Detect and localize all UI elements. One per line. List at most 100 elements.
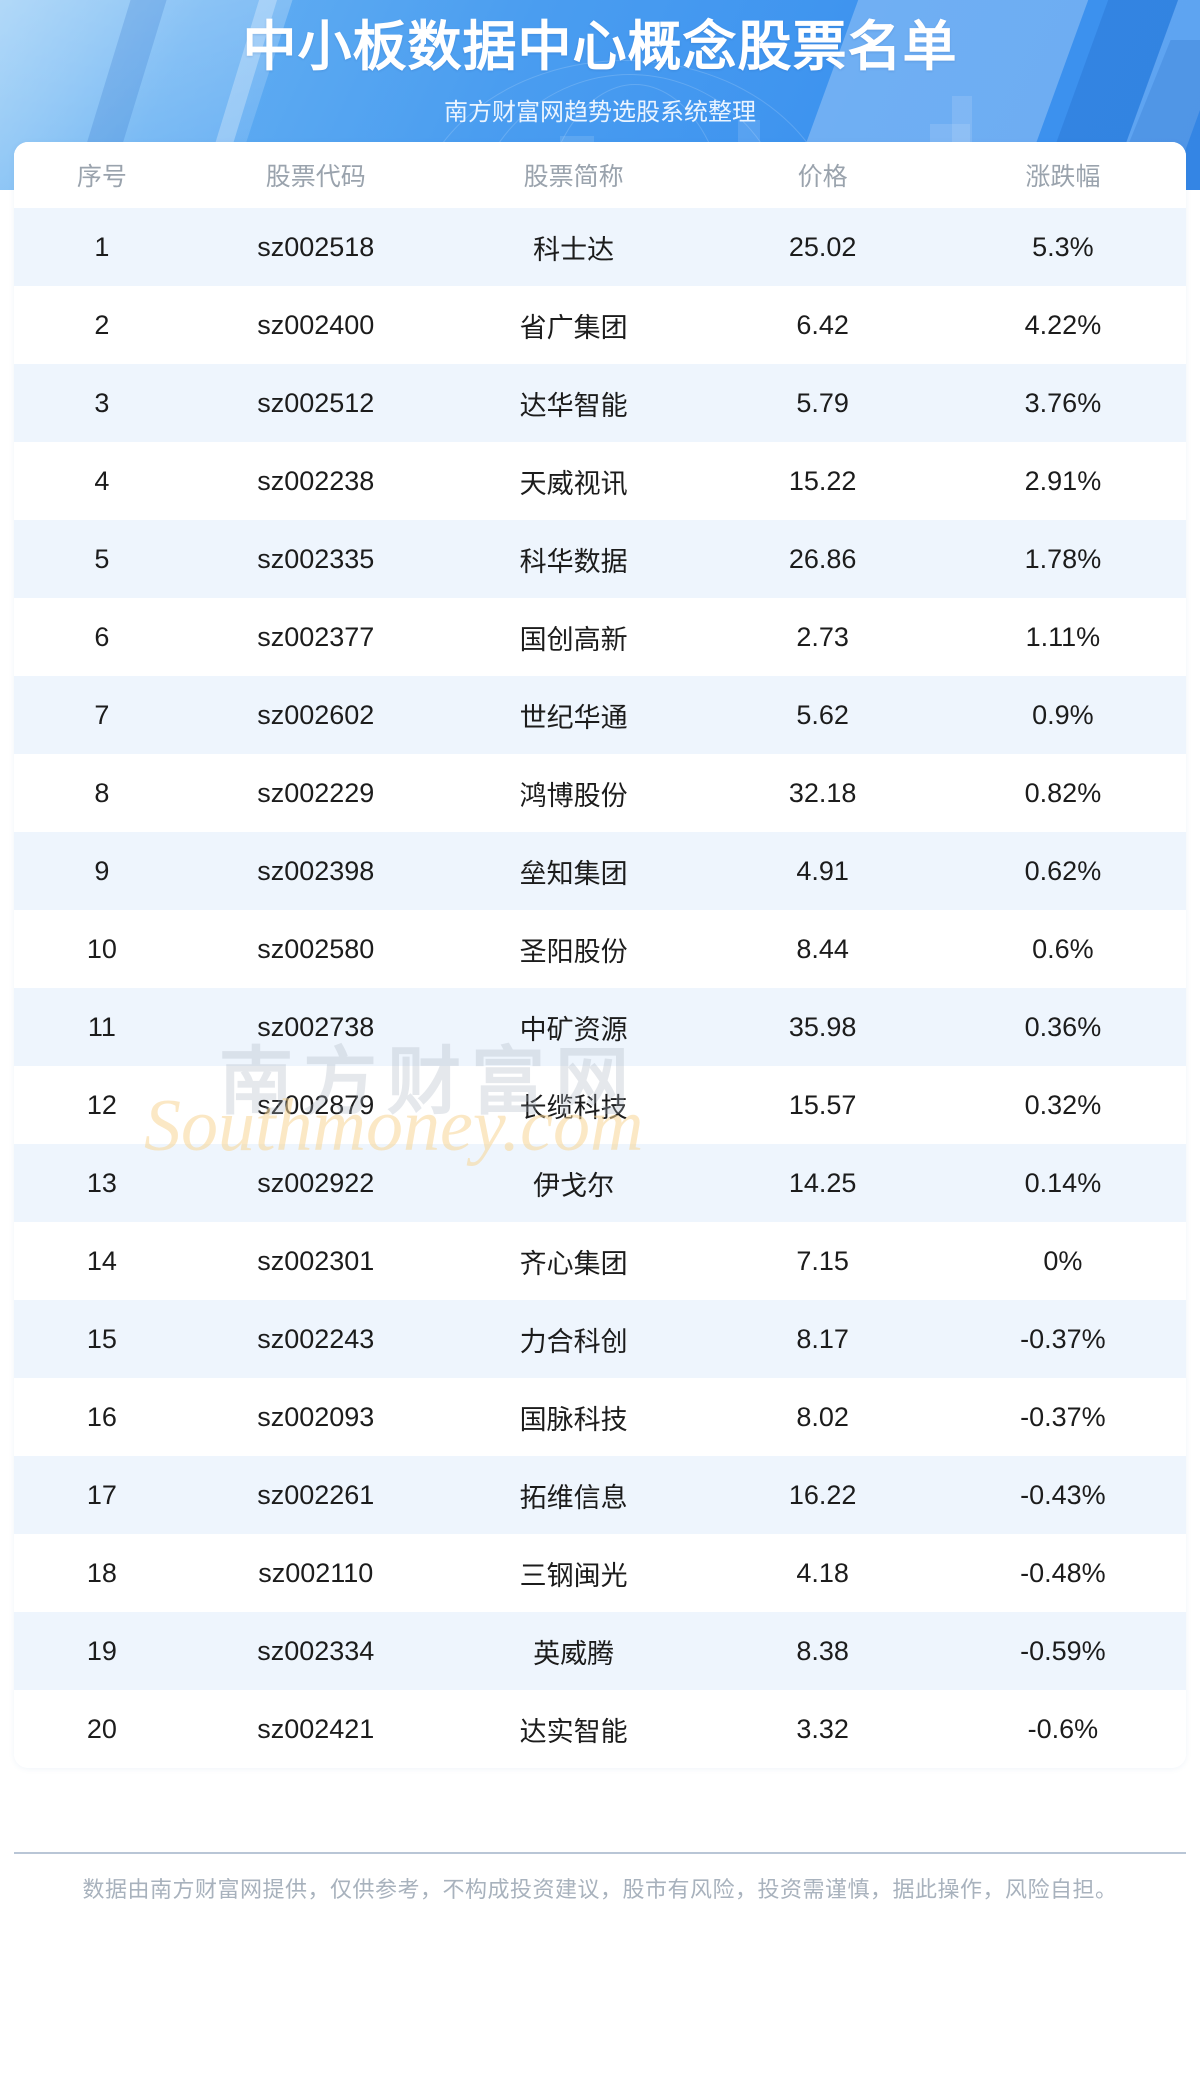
cell-name: 国脉科技 [441,1378,706,1456]
table-row[interactable]: 19 sz002334 英威腾 8.38 -0.59% [14,1612,1186,1690]
cell-name: 科华数据 [441,520,706,598]
cell-index: 11 [14,988,190,1066]
cell-change: 4.22% [939,286,1186,364]
stock-table-card: 序号 股票代码 股票简称 价格 涨跌幅 1 sz002518 科士达 25.02 5.3… [14,142,1186,1768]
table-row[interactable]: 12 sz002879 长缆科技 15.57 0.32% [14,1066,1186,1144]
cell-change: -0.6% [939,1690,1186,1768]
table-row[interactable]: 20 sz002421 达实智能 3.32 -0.6% [14,1690,1186,1768]
cell-name: 英威腾 [441,1612,706,1690]
cell-price: 26.86 [705,520,940,598]
cell-name: 达实智能 [441,1690,706,1768]
cell-change: 0.36% [939,988,1186,1066]
cell-code: sz002335 [189,520,442,598]
cell-name: 垒知集团 [441,832,706,910]
table-row[interactable]: 10 sz002580 圣阳股份 8.44 0.6% [14,910,1186,988]
cell-code: sz002110 [189,1534,442,1612]
cell-price: 3.32 [705,1690,940,1768]
cell-index: 5 [14,520,190,598]
cell-code: sz002922 [189,1144,442,1222]
cell-index: 10 [14,910,190,988]
cell-change: -0.59% [939,1612,1186,1690]
cell-change: 0.82% [939,754,1186,832]
cell-index: 16 [14,1378,190,1456]
cell-name: 世纪华通 [441,676,706,754]
cell-price: 8.02 [705,1378,940,1456]
table-row[interactable]: 2 sz002400 省广集团 6.42 4.22% [14,286,1186,364]
cell-code: sz002377 [189,598,442,676]
cell-name: 长缆科技 [441,1066,706,1144]
cell-price: 5.79 [705,364,940,442]
table-row[interactable]: 17 sz002261 拓维信息 16.22 -0.43% [14,1456,1186,1534]
cell-name: 达华智能 [441,364,706,442]
column-header-code[interactable]: 股票代码 [189,142,442,208]
table-row[interactable]: 4 sz002238 天威视讯 15.22 2.91% [14,442,1186,520]
cell-index: 9 [14,832,190,910]
table-row[interactable]: 18 sz002110 三钢闽光 4.18 -0.48% [14,1534,1186,1612]
table-row[interactable]: 5 sz002335 科华数据 26.86 1.78% [14,520,1186,598]
cell-name: 科士达 [441,208,706,286]
cell-change: -0.43% [939,1456,1186,1534]
cell-price: 25.02 [705,208,940,286]
cell-change: 1.78% [939,520,1186,598]
column-header-change[interactable]: 涨跌幅 [939,142,1186,208]
cell-index: 4 [14,442,190,520]
table-row[interactable]: 8 sz002229 鸿博股份 32.18 0.82% [14,754,1186,832]
table-row[interactable]: 7 sz002602 世纪华通 5.62 0.9% [14,676,1186,754]
cell-price: 32.18 [705,754,940,832]
cell-name: 中矿资源 [441,988,706,1066]
cell-index: 18 [14,1534,190,1612]
column-header-name[interactable]: 股票简称 [441,142,706,208]
cell-change: 5.3% [939,208,1186,286]
cell-name: 省广集团 [441,286,706,364]
footer-divider [14,1852,1186,1854]
cell-price: 5.62 [705,676,940,754]
table-row[interactable]: 1 sz002518 科士达 25.02 5.3% [14,208,1186,286]
table-row[interactable]: 15 sz002243 力合科创 8.17 -0.37% [14,1300,1186,1378]
cell-change: 2.91% [939,442,1186,520]
page-subtitle: 南方财富网趋势选股系统整理 [444,99,756,126]
page-footer: 数据由南方财富网提供，仅供参考，不构成投资建议，股市有风险，投资需谨慎，据此操作… [14,1852,1186,1904]
cell-code: sz002238 [189,442,442,520]
cell-code: sz002512 [189,364,442,442]
stock-table: 序号 股票代码 股票简称 价格 涨跌幅 1 sz002518 科士达 25.02 5.3… [14,142,1186,1768]
cell-name: 齐心集团 [441,1222,706,1300]
cell-code: sz002301 [189,1222,442,1300]
cell-change: 0.6% [939,910,1186,988]
cell-price: 8.38 [705,1612,940,1690]
column-header-price[interactable]: 价格 [705,142,940,208]
cell-code: sz002400 [189,286,442,364]
table-row[interactable]: 14 sz002301 齐心集团 7.15 0% [14,1222,1186,1300]
cell-code: sz002879 [189,1066,442,1144]
cell-name: 鸿博股份 [441,754,706,832]
cell-name: 三钢闽光 [441,1534,706,1612]
cell-index: 13 [14,1144,190,1222]
cell-change: 0.32% [939,1066,1186,1144]
cell-name: 拓维信息 [441,1456,706,1534]
table-row[interactable]: 3 sz002512 达华智能 5.79 3.76% [14,364,1186,442]
cell-price: 14.25 [705,1144,940,1222]
cell-index: 7 [14,676,190,754]
cell-change: 1.11% [939,598,1186,676]
cell-code: sz002093 [189,1378,442,1456]
table-row[interactable]: 13 sz002922 伊戈尔 14.25 0.14% [14,1144,1186,1222]
cell-index: 8 [14,754,190,832]
cell-price: 7.15 [705,1222,940,1300]
cell-change: -0.48% [939,1534,1186,1612]
column-header-index[interactable]: 序号 [14,142,190,208]
table-row[interactable]: 6 sz002377 国创高新 2.73 1.11% [14,598,1186,676]
table-row[interactable]: 16 sz002093 国脉科技 8.02 -0.37% [14,1378,1186,1456]
cell-price: 8.17 [705,1300,940,1378]
cell-price: 8.44 [705,910,940,988]
cell-code: sz002229 [189,754,442,832]
cell-index: 19 [14,1612,190,1690]
cell-index: 6 [14,598,190,676]
cell-code: sz002421 [189,1690,442,1768]
stock-table-head: 序号 股票代码 股票简称 价格 涨跌幅 [14,142,1186,208]
cell-code: sz002518 [189,208,442,286]
table-row[interactable]: 9 sz002398 垒知集团 4.91 0.62% [14,832,1186,910]
cell-change: 3.76% [939,364,1186,442]
cell-index: 15 [14,1300,190,1378]
cell-code: sz002398 [189,832,442,910]
table-row[interactable]: 11 sz002738 中矿资源 35.98 0.36% [14,988,1186,1066]
cell-name: 伊戈尔 [441,1144,706,1222]
